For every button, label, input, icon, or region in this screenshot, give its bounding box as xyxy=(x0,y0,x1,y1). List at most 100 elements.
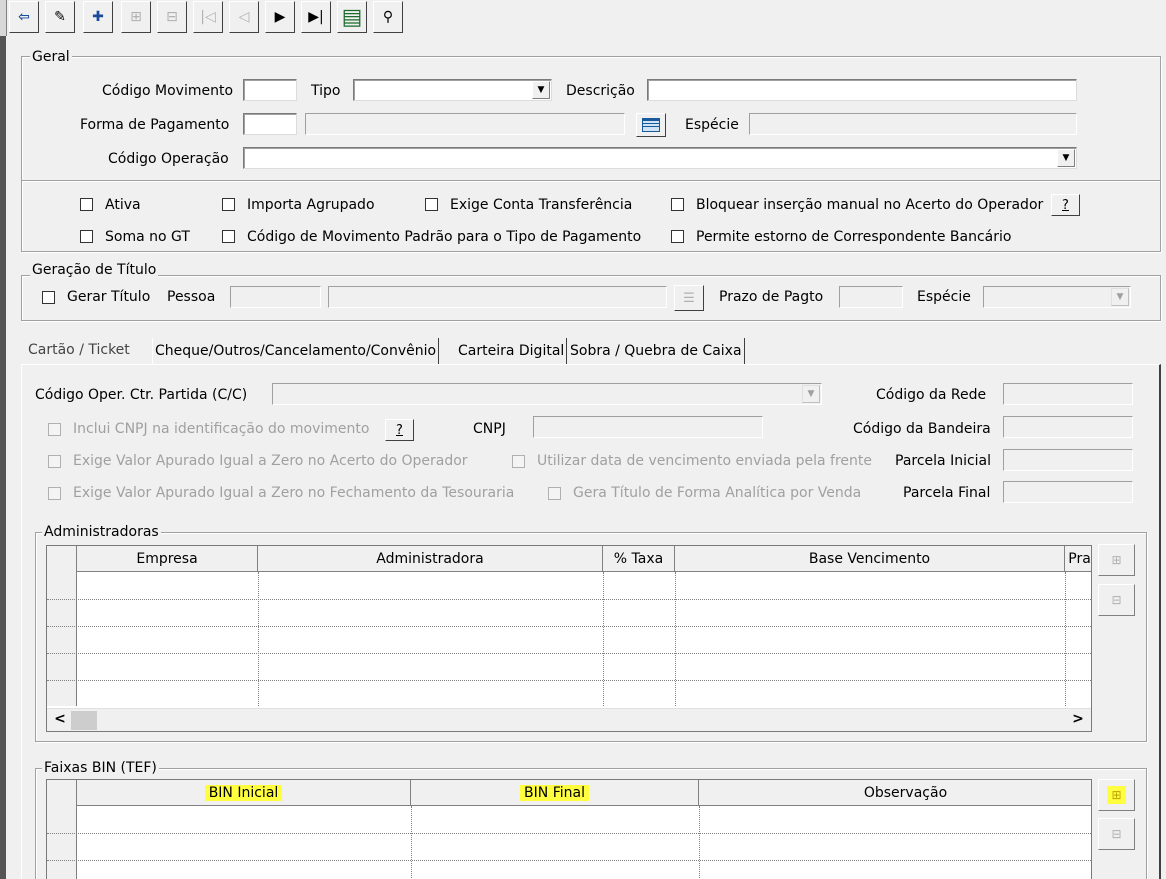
table-row-divider xyxy=(47,680,1091,681)
chevron-down-icon[interactable]: ▼ xyxy=(532,81,550,99)
cnpj-field xyxy=(533,416,763,438)
descricao-label: Descrição xyxy=(566,83,635,99)
first-record-icon: |◁ xyxy=(200,9,216,25)
codigo-operacao-select[interactable]: ▼ xyxy=(243,147,1077,169)
insert-disabled-icon: ⊞ xyxy=(130,9,142,25)
bloquear-checkbox[interactable] xyxy=(671,198,684,211)
tab-cartao-ticket[interactable]: Cartão / Ticket xyxy=(28,336,148,364)
faixas-bin-title: Faixas BIN (TEF) xyxy=(42,760,159,776)
exit-icon: ⇦ xyxy=(18,9,30,25)
column-header-taxa[interactable]: % Taxa xyxy=(603,546,675,572)
importa-agrupado-checkbox[interactable] xyxy=(222,198,235,211)
chevron-down-icon[interactable]: ▼ xyxy=(1057,149,1075,167)
forma-pagamento-code-input[interactable] xyxy=(243,113,297,135)
exige-zero-fechamento-checkbox[interactable] xyxy=(48,487,61,500)
toolbar-button-next-record[interactable]: ▶ xyxy=(265,1,295,33)
geracao-titulo-title: Geração de Título xyxy=(30,262,159,278)
list-view-icon: ▤ xyxy=(341,4,363,30)
toolbar-button-prior-record[interactable]: ◁ xyxy=(229,1,259,33)
codigo-oper-ctr-label: Código Oper. Ctr. Partida (C/C) xyxy=(35,387,248,403)
toolbar-button-list-view[interactable]: ▤ xyxy=(337,1,367,33)
soma-gt-label: Soma no GT xyxy=(105,229,190,245)
chevron-down-icon: ▼ xyxy=(802,385,820,403)
especie-field xyxy=(749,113,1077,135)
insert-row-icon: ⊞ xyxy=(1107,786,1126,804)
eraser-icon: ✎ xyxy=(54,9,66,25)
table-row-divider xyxy=(47,860,1091,861)
inclui-cnpj-checkbox[interactable] xyxy=(48,423,61,436)
column-header-bin-final[interactable]: BIN Final xyxy=(411,780,699,806)
administradoras-insert-button: ⊞ xyxy=(1098,544,1135,576)
toolbar-button-insert-disabled[interactable]: ⊞ xyxy=(121,1,151,33)
descricao-input[interactable] xyxy=(647,79,1077,101)
exige-zero-acerto-checkbox[interactable] xyxy=(48,455,61,468)
parcela-inicial-label: Parcela Inicial xyxy=(895,453,992,469)
bloquear-label: Bloquear inserção manual no Acerto do Op… xyxy=(696,197,1044,213)
importa-agrupado-label: Importa Agrupado xyxy=(247,197,375,213)
column-header-base-vencimento[interactable]: Base Vencimento xyxy=(675,546,1065,572)
utilizar-data-checkbox[interactable] xyxy=(512,455,525,468)
column-header-administradora[interactable]: Administradora xyxy=(258,546,603,572)
table-row-divider xyxy=(47,626,1091,627)
exige-conta-label: Exige Conta Transferência xyxy=(450,197,633,213)
toolbar-button-eraser[interactable]: ✎ xyxy=(45,1,75,33)
gera-titulo-checkbox[interactable] xyxy=(548,487,561,500)
soma-gt-checkbox[interactable] xyxy=(80,230,93,243)
codigo-padrao-checkbox[interactable] xyxy=(222,230,235,243)
utilizar-data-label: Utilizar data de vencimento enviada pela… xyxy=(537,453,873,469)
insert-record-icon: ✚ xyxy=(92,9,104,25)
horizontal-scrollbar[interactable]: < > xyxy=(47,708,1091,731)
inclui-cnpj-label: Inclui CNPJ na identificação do moviment… xyxy=(73,421,370,437)
administradoras-grid[interactable]: Empresa Administradora % Taxa Base Venci… xyxy=(46,545,1092,732)
forma-pagamento-lookup-button[interactable] xyxy=(636,113,666,137)
column-header-empresa[interactable]: Empresa xyxy=(77,546,258,572)
faixas-insert-button[interactable]: ⊞ xyxy=(1098,779,1135,811)
toolbar-button-delete-disabled[interactable]: ⊟ xyxy=(157,1,187,33)
delete-row-icon: ⊟ xyxy=(1111,593,1122,607)
prior-record-icon: ◁ xyxy=(238,9,250,25)
toolbar-button-binoculars[interactable]: ⚲ xyxy=(373,1,403,33)
grid-column-divider xyxy=(1065,572,1066,706)
scroll-left-arrow-icon[interactable]: < xyxy=(51,711,69,727)
geral-separator xyxy=(22,180,1160,182)
gerar-titulo-label: Gerar Título xyxy=(67,289,151,305)
last-record-icon: ▶| xyxy=(308,9,324,25)
codigo-movimento-label: Código Movimento xyxy=(102,83,234,99)
toolbar-button-exit[interactable]: ⇦ xyxy=(9,1,39,33)
exige-zero-fechamento-label: Exige Valor Apurado Igual a Zero no Fech… xyxy=(73,485,515,501)
gerar-titulo-checkbox[interactable] xyxy=(42,291,55,304)
grid-column-divider xyxy=(411,806,412,879)
binoculars-icon: ⚲ xyxy=(382,9,394,25)
exige-conta-checkbox[interactable] xyxy=(425,198,438,211)
column-header-observacao[interactable]: Observação xyxy=(699,780,1091,806)
toolbar-button-first-record[interactable]: |◁ xyxy=(193,1,223,33)
table-row-divider xyxy=(47,833,1091,834)
column-header-prazo[interactable]: Prazo xyxy=(1065,546,1091,572)
tipo-select[interactable]: ▼ xyxy=(353,79,552,101)
tab-sobra-quebra[interactable]: Sobra / Quebra de Caixa xyxy=(568,338,745,364)
gera-titulo-label: Gera Título de Forma Analítica por Venda xyxy=(573,485,862,501)
column-header-bin-inicial[interactable]: BIN Inicial xyxy=(77,780,411,806)
row-indicator-column xyxy=(47,780,77,879)
codigo-movimento-input[interactable] xyxy=(243,79,297,101)
bloquear-help-button[interactable]: ? xyxy=(1051,194,1080,216)
permite-estorno-checkbox[interactable] xyxy=(671,230,684,243)
toolbar-grip xyxy=(0,0,7,36)
table-row-divider xyxy=(47,599,1091,600)
tab-cheque-outros[interactable]: Cheque/Outros/Cancelamento/Convênio xyxy=(152,338,440,364)
geracao-especie-select: ▼ xyxy=(983,286,1131,308)
scroll-right-arrow-icon[interactable]: > xyxy=(1069,711,1087,727)
scroll-thumb[interactable] xyxy=(71,711,97,730)
toolbar-button-last-record[interactable]: ▶| xyxy=(301,1,331,33)
inclui-cnpj-help-button[interactable]: ? xyxy=(385,419,414,441)
pessoa-lookup-button[interactable]: ☰ xyxy=(674,285,704,311)
list-lookup-icon xyxy=(642,118,660,132)
toolbar-button-insert-record[interactable]: ✚ xyxy=(83,1,113,33)
codigo-rede-label: Código da Rede xyxy=(876,387,987,403)
tab-carteira-digital[interactable]: Carteira Digital xyxy=(456,338,568,364)
bin-final-header-text: BIN Final xyxy=(520,785,589,801)
ativa-checkbox[interactable] xyxy=(80,198,93,211)
parcela-final-field xyxy=(1003,481,1133,503)
administradoras-delete-button: ⊟ xyxy=(1098,584,1135,616)
faixas-bin-grid[interactable]: BIN Inicial BIN Final Observação xyxy=(46,779,1092,879)
